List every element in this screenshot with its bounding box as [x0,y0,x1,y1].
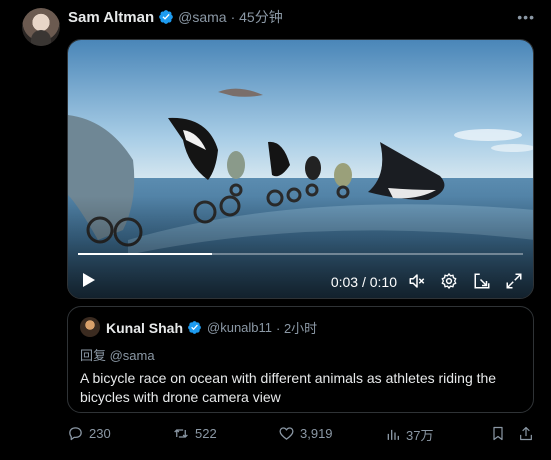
quoted-author-avatar[interactable] [80,317,100,337]
pop-out-icon [474,273,490,289]
tweet-time[interactable]: · 45分钟 [231,7,283,27]
mute-button[interactable] [407,271,427,291]
quoted-reply-to: 回复 @sama [80,348,155,363]
like-count: 3,919 [300,426,333,441]
like-button[interactable]: 3,919 [278,425,333,442]
video-progress-track[interactable] [78,253,523,255]
fullscreen-button[interactable] [504,271,524,291]
tweet-header: Sam Altman @sama · 45分钟 [68,7,283,27]
video-time: 0:03 / 0:10 [331,274,397,290]
quoted-tweet-header: Kunal Shah @kunalb11 · 2小时 [106,318,317,337]
author-handle[interactable]: @sama [178,9,226,25]
play-icon [83,273,95,287]
verified-badge-icon [158,9,174,25]
share-button[interactable] [518,425,539,442]
heart-icon [279,427,294,440]
more-horizontal-icon[interactable]: ••• [517,9,535,25]
bar-chart-icon [387,429,399,440]
volume-muted-icon [409,274,425,288]
reply-icon [69,427,82,441]
video-duration: 0:10 [369,274,397,290]
views-button[interactable]: 37万 [385,425,433,444]
play-button[interactable] [79,270,99,290]
fullscreen-icon [506,273,522,289]
quoted-author-handle[interactable]: @kunalb11 [207,320,272,335]
view-count: 37万 [406,428,434,443]
quoted-tweet[interactable]: Kunal Shah @kunalb11 · 2小时 回复 @sama A bi… [67,306,534,413]
bookmark-icon [493,426,503,441]
video-player[interactable]: 0:03 / 0:10 [67,39,534,299]
reply-button[interactable]: 230 [67,425,111,442]
verified-badge-icon [187,320,203,336]
share-icon [520,426,532,441]
bookmark-button[interactable] [490,425,511,442]
author-avatar[interactable] [22,8,60,46]
repost-count: 522 [195,426,217,441]
video-current-time: 0:03 [330,274,359,290]
gear-icon [441,273,457,289]
pop-out-button[interactable] [472,271,492,291]
quoted-author-name[interactable]: Kunal Shah [106,320,183,336]
video-time-separator: / [361,274,366,290]
quoted-tweet-text: A bicycle race on ocean with different a… [80,370,497,405]
video-frame [68,40,533,298]
video-progress-fill [78,253,212,255]
settings-button[interactable] [439,271,459,291]
repost-button[interactable]: 522 [172,425,217,442]
tweet[interactable]: Sam Altman @sama · 45分钟 ••• 0:03 / 0:10 … [0,0,551,460]
repost-icon [174,429,188,438]
author-name[interactable]: Sam Altman [68,9,154,26]
quoted-tweet-time[interactable]: · 2小时 [276,318,317,337]
tweet-actions: 230 522 3,919 37万 [67,425,537,445]
reply-count: 230 [89,426,111,441]
